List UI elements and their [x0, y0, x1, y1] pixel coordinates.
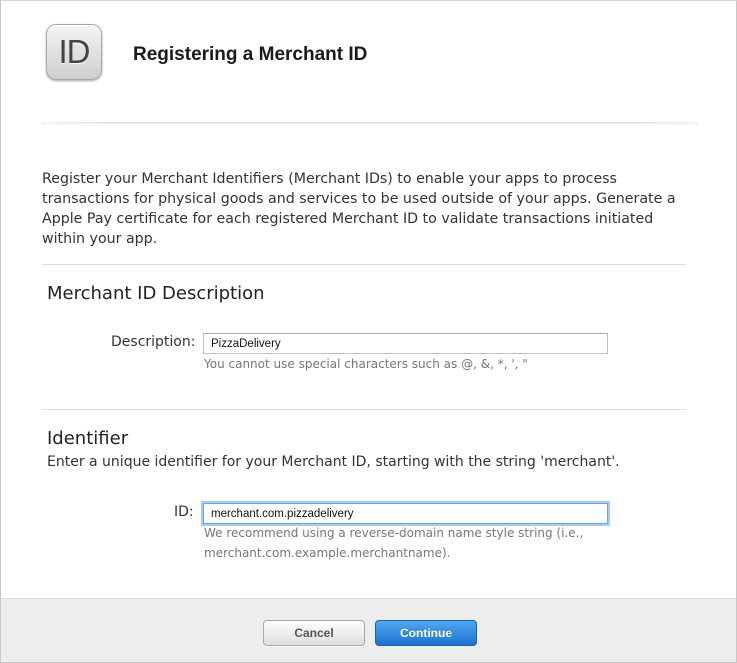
identifier-section-title: Identifier: [47, 428, 129, 449]
identifier-hint-line-1: We recommend using a reverse-domain name…: [204, 526, 584, 540]
continue-button[interactable]: Continue: [375, 620, 477, 646]
identifier-input[interactable]: [203, 503, 608, 524]
description-input[interactable]: [203, 333, 608, 354]
section-divider: [42, 264, 686, 265]
description-hint: You cannot use special characters such a…: [204, 357, 528, 371]
cancel-button[interactable]: Cancel: [263, 620, 365, 646]
identifier-label: ID:: [174, 504, 194, 520]
intro-text: Register your Merchant Identifiers (Merc…: [42, 171, 676, 247]
icon-label: ID: [58, 33, 91, 70]
identifier-description: Enter a unique identifier for your Merch…: [47, 454, 620, 470]
merchant-id-icon: ID: [46, 24, 102, 80]
page-title: Registering a Merchant ID: [133, 44, 368, 65]
identifier-hint-line-2: merchant.com.example.merchantname).: [204, 546, 451, 560]
description-section-title: Merchant ID Description: [47, 283, 265, 304]
action-footer: Cancel Continue: [1, 598, 736, 662]
page-header: ID Registering a Merchant ID: [1, 1, 736, 126]
header-divider-shadow: [41, 123, 699, 126]
section-divider: [42, 409, 686, 410]
registration-panel: ID Registering a Merchant ID Register yo…: [0, 0, 737, 663]
description-label: Description:: [111, 334, 196, 350]
